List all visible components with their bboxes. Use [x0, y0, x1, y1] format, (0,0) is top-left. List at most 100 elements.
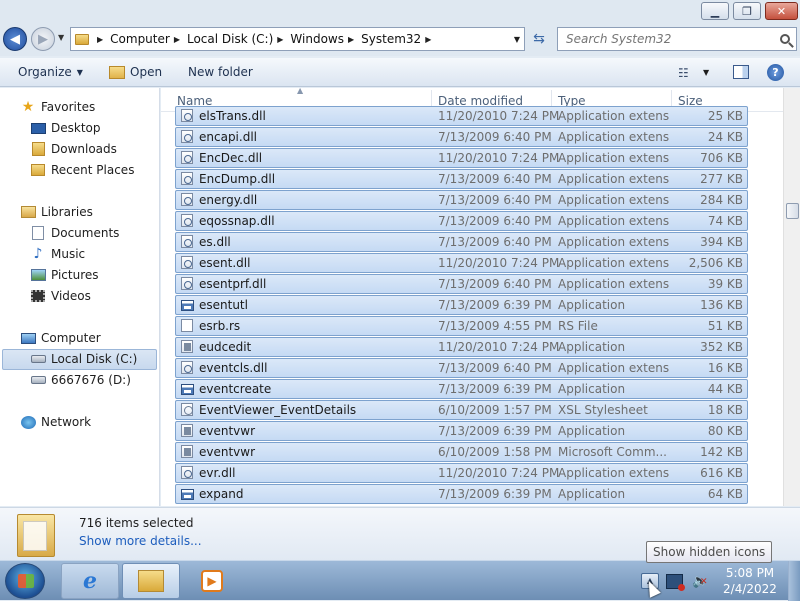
nav-libraries[interactable]: Libraries — [20, 202, 93, 222]
breadcrumb-separator[interactable]: ▶ — [425, 35, 431, 44]
maximize-button[interactable]: ❐ — [733, 2, 761, 20]
file-row[interactable]: EncDump.dll 7/13/2009 6:40 PM Application … — [175, 169, 748, 189]
new-folder-button[interactable]: New folder — [188, 65, 253, 79]
file-row[interactable]: es.dll 7/13/2009 6:40 PM Application exten… — [175, 232, 748, 252]
recent-pages-dropdown[interactable]: ▼ — [58, 33, 64, 42]
console-file-icon — [181, 340, 193, 353]
breadcrumb-windows[interactable]: Windows — [290, 32, 344, 46]
scrollbar-thumb[interactable] — [786, 203, 799, 219]
taskbar-windows-explorer[interactable] — [122, 563, 180, 599]
nav-drive-d[interactable]: 6667676 (D:) — [30, 370, 131, 390]
search-icon[interactable] — [780, 34, 790, 44]
address-history-dropdown[interactable]: ▼ — [510, 35, 524, 44]
address-bar[interactable]: ▶ Computer ▶ Local Disk (C:) ▶ Windows ▶… — [70, 27, 525, 51]
desktop-icon — [30, 121, 46, 135]
clock-date[interactable]: 2/4/2022 — [716, 582, 784, 596]
file-row[interactable]: eqossnap.dll 7/13/2009 6:40 PM Application… — [175, 211, 748, 231]
file-row[interactable]: EncDec.dll 11/20/2010 7:24 PM Application … — [175, 148, 748, 168]
file-row[interactable]: eventvwr 7/13/2009 6:39 PM Application 80 K… — [175, 421, 748, 441]
nav-label: Local Disk (C:) — [51, 352, 138, 366]
start-button[interactable] — [5, 563, 45, 599]
nav-videos[interactable]: Videos — [30, 286, 91, 306]
nav-music[interactable]: ♪ Music — [30, 244, 86, 264]
show-more-details-link[interactable]: Show more details... — [79, 534, 202, 548]
file-row[interactable]: eventcls.dll 7/13/2009 6:40 PM Application… — [175, 358, 748, 378]
file-size: 277 KB — [700, 172, 743, 186]
help-icon[interactable]: ? — [767, 64, 784, 81]
file-date-modified: 7/13/2009 6:40 PM — [438, 130, 552, 144]
file-size: 44 KB — [707, 382, 743, 396]
search-box[interactable] — [557, 27, 797, 51]
file-date-modified: 7/13/2009 6:40 PM — [438, 361, 552, 375]
search-input[interactable] — [566, 32, 766, 46]
file-row[interactable]: EventViewer_EventDetails 6/10/2009 1:57 P… — [175, 400, 748, 420]
nav-recent-places[interactable]: Recent Places — [30, 160, 134, 180]
application-icon — [181, 300, 194, 311]
command-bar: Organize ▼ Open New folder ☷ ▼ ? — [0, 58, 800, 87]
file-name: elsTrans.dll — [199, 109, 266, 123]
breadcrumb-local-disk[interactable]: Local Disk (C:) — [187, 32, 273, 46]
change-view-icon[interactable]: ☷ — [678, 66, 689, 80]
file-size: 284 KB — [700, 193, 743, 207]
vertical-scrollbar[interactable] — [783, 88, 800, 506]
network-status-icon[interactable] — [666, 574, 685, 591]
file-type: Application — [558, 340, 626, 354]
breadcrumb-separator[interactable]: ▶ — [277, 35, 283, 44]
show-desktop-button[interactable] — [788, 561, 800, 601]
organize-button[interactable]: Organize ▼ — [18, 65, 83, 79]
taskbar-internet-explorer[interactable]: e — [61, 563, 119, 599]
file-size: 352 KB — [700, 340, 743, 354]
file-row[interactable]: elsTrans.dll 11/20/2010 7:24 PM Applicatio… — [175, 106, 748, 126]
back-button[interactable]: ◀ — [3, 27, 27, 51]
file-row[interactable]: energy.dll 7/13/2009 6:40 PM Application e… — [175, 190, 748, 210]
file-type: Application extens... — [558, 109, 670, 123]
file-name: es.dll — [199, 235, 231, 249]
nav-local-disk[interactable]: Local Disk (C:) — [30, 349, 137, 369]
downloads-icon — [30, 142, 46, 156]
open-button[interactable]: Open — [109, 65, 162, 79]
address-row: ◀ ▶ ▼ ▶ Computer ▶ Local Disk (C:) ▶ Win… — [0, 22, 800, 56]
breadcrumb-system32[interactable]: System32 — [361, 32, 421, 46]
breadcrumb-separator[interactable]: ▶ — [97, 35, 103, 44]
file-name: eqossnap.dll — [199, 214, 275, 228]
minimize-button[interactable]: ▁ — [701, 2, 729, 20]
file-row[interactable]: esentutl 7/13/2009 6:39 PM Application 136 … — [175, 295, 748, 315]
nav-documents[interactable]: Documents — [30, 223, 119, 243]
volume-muted-icon[interactable]: 🔈 — [692, 574, 708, 589]
forward-button[interactable]: ▶ — [31, 27, 55, 51]
file-row[interactable]: expand 7/13/2009 6:39 PM Application 64 KB — [175, 484, 748, 504]
file-row[interactable]: eventvwr 6/10/2009 1:58 PM Microsoft Comm.… — [175, 442, 748, 462]
file-type: Application extens... — [558, 193, 670, 207]
breadcrumb-computer[interactable]: Computer — [110, 32, 170, 46]
dll-file-icon — [181, 193, 193, 206]
refresh-button[interactable]: ⇆ — [527, 27, 551, 51]
file-type: Application extens... — [558, 214, 670, 228]
nav-network[interactable]: Network — [20, 412, 91, 432]
view-options-dropdown[interactable]: ▼ — [703, 68, 709, 77]
preview-pane-icon[interactable] — [733, 65, 749, 79]
clock-time[interactable]: 5:08 PM — [716, 566, 784, 580]
nav-favorites[interactable]: ★ Favorites — [20, 97, 96, 117]
forward-arrow-icon: ▶ — [38, 31, 48, 47]
dll-file-icon — [181, 466, 193, 479]
file-row[interactable]: evr.dll 11/20/2010 7:24 PM Application ext… — [175, 463, 748, 483]
file-row[interactable]: eventcreate 7/13/2009 6:39 PM Application 4… — [175, 379, 748, 399]
taskbar-media-player[interactable]: ▶ — [183, 563, 241, 599]
breadcrumb-separator[interactable]: ▶ — [174, 35, 180, 44]
breadcrumb-separator[interactable]: ▶ — [348, 35, 354, 44]
file-row[interactable]: esent.dll 11/20/2010 7:24 PM Application e… — [175, 253, 748, 273]
nav-pictures[interactable]: Pictures — [30, 265, 99, 285]
nav-downloads[interactable]: Downloads — [30, 139, 117, 159]
back-arrow-icon: ◀ — [10, 31, 20, 47]
file-row[interactable]: esrb.rs 7/13/2009 4:55 PM RS File 51 KB — [175, 316, 748, 336]
file-row[interactable]: esentprf.dll 7/13/2009 6:40 PM Application… — [175, 274, 748, 294]
file-row[interactable]: encapi.dll 7/13/2009 6:40 PM Application e… — [175, 127, 748, 147]
nav-computer[interactable]: Computer — [20, 328, 101, 348]
file-list[interactable]: ▲ Name Date modified Type Size elsTrans.… — [161, 88, 783, 506]
file-row[interactable]: eudcedit 11/20/2010 7:24 PM Application 352… — [175, 337, 748, 357]
nav-desktop[interactable]: Desktop — [30, 118, 101, 138]
file-type: Application extens... — [558, 277, 670, 291]
close-button[interactable]: ✕ — [765, 2, 798, 20]
file-type: Application extens... — [558, 151, 670, 165]
file-name: eudcedit — [199, 340, 252, 354]
